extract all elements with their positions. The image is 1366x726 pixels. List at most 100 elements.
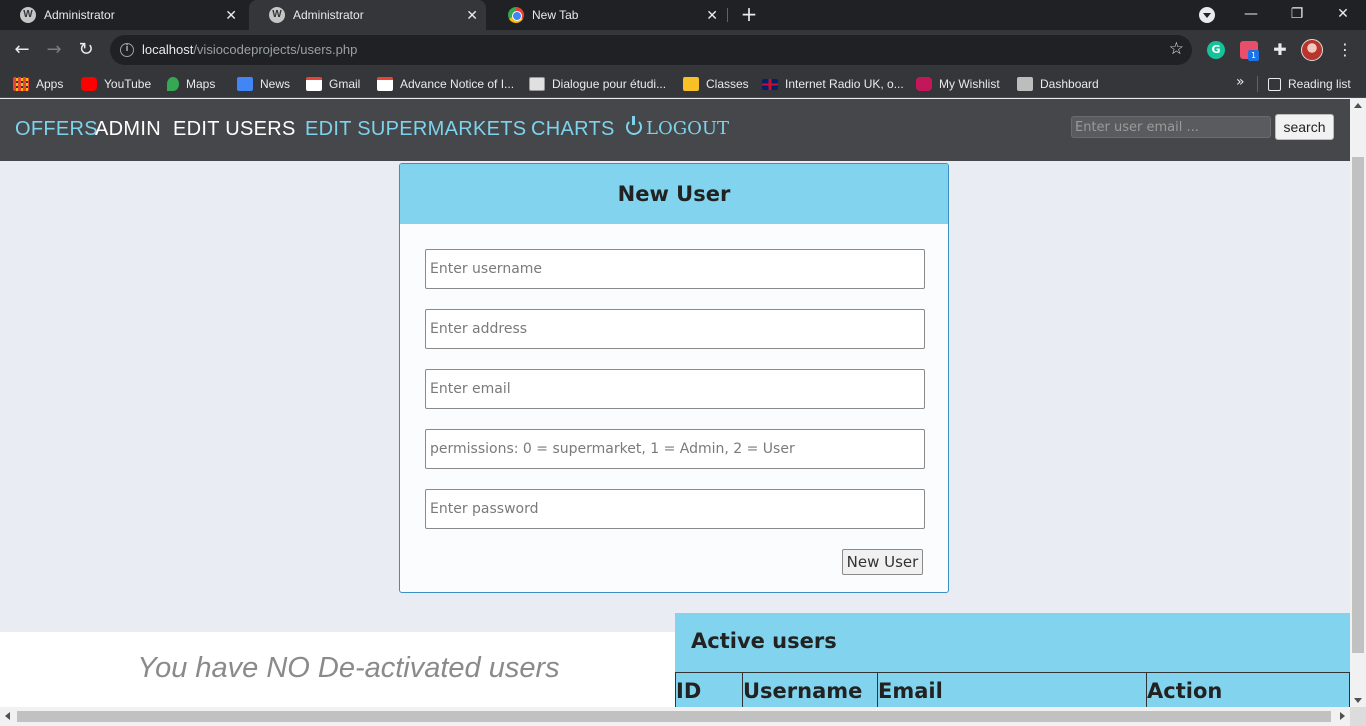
dashboard-page-icon	[1017, 77, 1033, 91]
active-users-table: ID Username Email Action	[675, 672, 1350, 707]
bookmark-label: Internet Radio UK, o...	[785, 77, 904, 91]
uk-flag-icon	[762, 78, 778, 90]
permissions-input[interactable]	[425, 429, 925, 469]
close-window-button[interactable]: ✕	[1320, 0, 1366, 30]
nav-charts-link[interactable]: CHARTS	[531, 118, 615, 141]
bookmark-label: Apps	[36, 77, 64, 91]
bookmark-wishlist[interactable]: My Wishlist	[916, 74, 1000, 94]
back-icon[interactable]: ←	[9, 38, 35, 62]
reload-icon[interactable]: ↻	[73, 38, 99, 62]
wordpress-icon	[20, 7, 36, 23]
new-user-submit-button[interactable]: New User	[842, 549, 923, 575]
bookmark-label: YouTube	[104, 77, 152, 91]
grammarly-icon[interactable]: G	[1207, 41, 1225, 59]
bookmarks-bar: Apps YouTube Maps News Gmail Advance Not…	[0, 70, 1366, 98]
bookmark-maps[interactable]: Maps	[167, 74, 215, 94]
user-email-search-input[interactable]	[1071, 116, 1271, 138]
nav-offers-link[interactable]: OFFERS	[15, 118, 98, 141]
vertical-scrollbar[interactable]	[1350, 99, 1366, 707]
close-tab-icon[interactable]: ✕	[466, 6, 478, 24]
scroll-down-arrow-icon[interactable]	[1354, 698, 1362, 703]
password-input[interactable]	[425, 489, 925, 529]
new-tab-button[interactable]: +	[738, 3, 760, 25]
active-users-section: Active users ID Username Email Action	[675, 613, 1350, 707]
extensions-puzzle-icon[interactable]: ✚	[1271, 41, 1289, 59]
tab-title: Administrator	[293, 8, 364, 22]
scroll-left-arrow-icon[interactable]	[5, 712, 10, 720]
document-icon	[529, 77, 545, 91]
profile-avatar[interactable]	[1301, 39, 1323, 61]
bookmark-apps[interactable]: Apps	[13, 74, 63, 94]
bookmarks-overflow-icon[interactable]: »	[1236, 74, 1245, 90]
scrollbar-corner	[1350, 707, 1366, 726]
youtube-icon	[81, 77, 97, 91]
bookmark-label: Advance Notice of I...	[400, 77, 515, 91]
browser-tab-3[interactable]: New Tab ✕	[488, 0, 726, 30]
browser-tab-2[interactable]: Administrator ✕	[249, 0, 486, 30]
username-input[interactable]	[425, 249, 925, 289]
bookmark-label: Classes	[706, 77, 749, 91]
minimize-button[interactable]: —	[1228, 0, 1274, 30]
bookmark-dialogue[interactable]: Dialogue pour étudi...	[529, 74, 666, 94]
scroll-right-arrow-icon[interactable]	[1340, 712, 1345, 720]
url-text[interactable]: localhost/visiocodeprojects/users.php	[142, 42, 357, 57]
tab-search-icon[interactable]	[1199, 7, 1215, 23]
restore-button[interactable]: ❐	[1274, 0, 1320, 30]
horizontal-scrollbar[interactable]	[0, 707, 1350, 726]
site-info-icon[interactable]: i	[120, 43, 134, 57]
bookmark-advance-notice[interactable]: Advance Notice of I...	[377, 74, 514, 94]
nav-admin-link[interactable]: ADMIN	[95, 118, 161, 141]
apps-grid-icon	[13, 77, 29, 91]
bookmark-internet-radio[interactable]: Internet Radio UK, o...	[762, 74, 904, 94]
bookmark-label: Gmail	[329, 77, 361, 91]
power-icon	[626, 116, 642, 135]
column-header-username: Username	[742, 672, 878, 707]
address-input[interactable]	[425, 309, 925, 349]
site-navbar: OFFERS ADMIN EDIT USERS EDIT SUPERMARKET…	[0, 99, 1350, 161]
horizontal-scroll-thumb[interactable]	[17, 711, 1331, 722]
email-input[interactable]	[425, 369, 925, 409]
table-header-row: ID Username Email Action	[675, 672, 1350, 707]
search-button[interactable]: search	[1275, 114, 1334, 140]
wordpress-icon	[269, 7, 285, 23]
bookmark-label: My Wishlist	[939, 77, 1000, 91]
browser-menu-icon[interactable]: ⋮	[1336, 41, 1354, 59]
reading-list-button[interactable]: Reading list	[1268, 74, 1351, 94]
bookmark-classes[interactable]: Classes	[683, 74, 749, 94]
column-header-id: ID	[675, 672, 743, 707]
nav-edit-supermarkets-link[interactable]: EDIT SUPERMARKETS	[305, 118, 526, 141]
browser-tab-1[interactable]: Administrator ✕	[0, 0, 245, 30]
bookmark-gmail[interactable]: Gmail	[306, 74, 360, 94]
bookmarks-divider	[1257, 76, 1258, 92]
chrome-icon	[508, 7, 524, 23]
column-header-email: Email	[877, 672, 1147, 707]
scroll-up-arrow-icon[interactable]	[1354, 103, 1362, 108]
bookmark-label: News	[260, 77, 291, 91]
bookmark-dashboard[interactable]: Dashboard	[1017, 74, 1099, 94]
reading-list-label: Reading list	[1288, 77, 1351, 91]
deactivated-users-section: You have NO De-activated users	[0, 632, 675, 707]
bookmark-label: Dashboard	[1040, 77, 1099, 91]
no-deactivated-message: You have NO De-activated users	[137, 652, 560, 684]
new-user-title: New User	[400, 164, 948, 224]
bookmark-news[interactable]: News	[237, 74, 290, 94]
browser-toolbar: ← → ↻ i localhost/visiocodeprojects/user…	[0, 30, 1366, 70]
gmail-icon	[377, 77, 393, 91]
bookmark-label: Dialogue pour étudi...	[552, 77, 667, 91]
todo-extension-icon[interactable]: 1	[1240, 41, 1259, 61]
tab-title: Administrator	[44, 8, 115, 22]
forward-icon[interactable]: →	[41, 38, 67, 62]
vertical-scroll-thumb[interactable]	[1352, 157, 1364, 653]
nav-logout-link[interactable]: LOGOUT	[626, 116, 729, 139]
bookmark-star-icon[interactable]: ☆	[1169, 39, 1184, 59]
close-tab-icon[interactable]: ✕	[225, 6, 237, 24]
close-tab-icon[interactable]: ✕	[706, 6, 718, 24]
bookmark-youtube[interactable]: YouTube	[81, 74, 151, 94]
address-bar[interactable]: i localhost/visiocodeprojects/users.php …	[110, 35, 1192, 65]
nav-edit-users-link[interactable]: EDIT USERS	[173, 118, 296, 141]
active-users-title: Active users	[691, 629, 837, 653]
tab-title: New Tab	[532, 8, 579, 22]
wishlist-q-icon	[916, 77, 932, 91]
column-header-action: Action	[1146, 672, 1350, 707]
reading-list-icon	[1268, 77, 1281, 91]
